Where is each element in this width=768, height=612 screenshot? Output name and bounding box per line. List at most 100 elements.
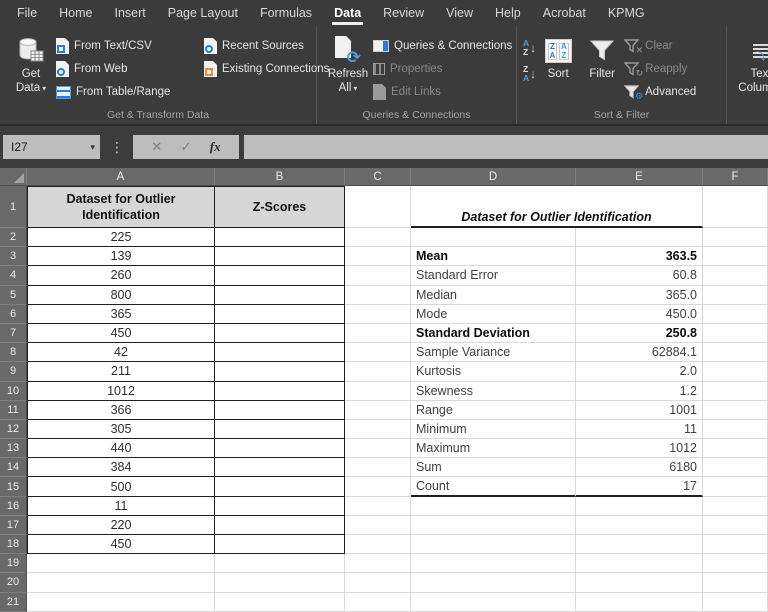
tab-file[interactable]: File bbox=[6, 0, 48, 26]
enter-check-icon[interactable]: ✓ bbox=[181, 139, 192, 155]
row-header-11[interactable]: 11 bbox=[0, 401, 27, 420]
cell-D9[interactable]: Kurtosis bbox=[411, 362, 576, 381]
row-header-5[interactable]: 5 bbox=[0, 286, 27, 305]
row-header-2[interactable]: 2 bbox=[0, 228, 27, 247]
sort-descending-icon[interactable]: ZA↓ bbox=[523, 65, 536, 83]
cell-C18[interactable] bbox=[345, 535, 411, 554]
row-header-3[interactable]: 3 bbox=[0, 247, 27, 266]
cell-F1[interactable] bbox=[703, 186, 768, 228]
row-header-14[interactable]: 14 bbox=[0, 458, 27, 477]
tab-review[interactable]: Review bbox=[372, 0, 435, 26]
recent-sources-button[interactable]: Recent Sources bbox=[204, 36, 329, 56]
cell-D14[interactable]: Sum bbox=[411, 458, 576, 477]
cell-C3[interactable] bbox=[345, 247, 411, 266]
cell-D6[interactable]: Mode bbox=[411, 305, 576, 324]
cell-E11[interactable]: 1001 bbox=[576, 401, 703, 420]
cell-B14[interactable] bbox=[215, 458, 345, 477]
tab-acrobat[interactable]: Acrobat bbox=[532, 0, 597, 26]
cell-B16[interactable] bbox=[215, 497, 345, 516]
cell-F8[interactable] bbox=[703, 343, 768, 362]
column-header-C[interactable]: C bbox=[345, 168, 411, 185]
column-header-E[interactable]: E bbox=[576, 168, 703, 185]
cell-A20[interactable] bbox=[27, 573, 215, 592]
cell-F6[interactable] bbox=[703, 305, 768, 324]
row-header-6[interactable]: 6 bbox=[0, 305, 27, 324]
cell-D15[interactable]: Count bbox=[411, 477, 576, 496]
from-text-csv-button[interactable]: From Text/CSV bbox=[56, 36, 204, 56]
cell-E20[interactable] bbox=[576, 573, 703, 592]
cell-F13[interactable] bbox=[703, 439, 768, 458]
row-header-12[interactable]: 12 bbox=[0, 420, 27, 439]
cell-B7[interactable] bbox=[215, 324, 345, 343]
cell-C16[interactable] bbox=[345, 497, 411, 516]
cell-A7[interactable]: 450 bbox=[27, 324, 215, 343]
cell-F3[interactable] bbox=[703, 247, 768, 266]
cell-B19[interactable] bbox=[215, 554, 345, 573]
cell-A11[interactable]: 366 bbox=[27, 401, 215, 420]
row-header-13[interactable]: 13 bbox=[0, 439, 27, 458]
row-header-21[interactable]: 21 bbox=[0, 593, 27, 612]
from-web-button[interactable]: From Web bbox=[56, 59, 204, 79]
cell-C12[interactable] bbox=[345, 420, 411, 439]
cell-A15[interactable]: 500 bbox=[27, 477, 215, 496]
tab-data[interactable]: Data bbox=[323, 0, 372, 26]
cell-D13[interactable]: Maximum bbox=[411, 439, 576, 458]
cell-E7[interactable]: 250.8 bbox=[576, 324, 703, 343]
cell-F11[interactable] bbox=[703, 401, 768, 420]
row-header-10[interactable]: 10 bbox=[0, 382, 27, 401]
get-data-button[interactable]: Get Data▾ bbox=[6, 31, 56, 96]
cell-C9[interactable] bbox=[345, 362, 411, 381]
cell-F2[interactable] bbox=[703, 228, 768, 247]
cell-C20[interactable] bbox=[345, 573, 411, 592]
cell-C13[interactable] bbox=[345, 439, 411, 458]
cell-A18[interactable]: 450 bbox=[27, 535, 215, 554]
cell-B21[interactable] bbox=[215, 593, 345, 612]
cell-C6[interactable] bbox=[345, 305, 411, 324]
cell-F9[interactable] bbox=[703, 362, 768, 381]
cell-B10[interactable] bbox=[215, 382, 345, 401]
cell-D21[interactable] bbox=[411, 593, 576, 612]
cell-B5[interactable] bbox=[215, 286, 345, 305]
name-box[interactable]: I27 ▾ bbox=[3, 135, 100, 159]
cell-E6[interactable]: 450.0 bbox=[576, 305, 703, 324]
cell-D19[interactable] bbox=[411, 554, 576, 573]
cell-D2[interactable] bbox=[411, 228, 576, 247]
cell-D16[interactable] bbox=[411, 497, 576, 516]
cell-C8[interactable] bbox=[345, 343, 411, 362]
cell-B15[interactable] bbox=[215, 477, 345, 496]
advanced-filter-button[interactable]: ⚙ Advanced bbox=[624, 82, 696, 102]
cell-E16[interactable] bbox=[576, 497, 703, 516]
cell-D5[interactable]: Median bbox=[411, 286, 576, 305]
column-header-F[interactable]: F bbox=[703, 168, 768, 185]
stats-title-cell[interactable]: Dataset for Outlier Identification bbox=[411, 186, 703, 228]
cell-B20[interactable] bbox=[215, 573, 345, 592]
cell-B12[interactable] bbox=[215, 420, 345, 439]
cell-A3[interactable]: 139 bbox=[27, 247, 215, 266]
cell-B3[interactable] bbox=[215, 247, 345, 266]
row-header-17[interactable]: 17 bbox=[0, 516, 27, 535]
cell-F18[interactable] bbox=[703, 535, 768, 554]
cell-E15[interactable]: 17 bbox=[576, 477, 703, 496]
cell-D12[interactable]: Minimum bbox=[411, 420, 576, 439]
cell-F16[interactable] bbox=[703, 497, 768, 516]
cell-E19[interactable] bbox=[576, 554, 703, 573]
cell-B9[interactable] bbox=[215, 362, 345, 381]
cell-E14[interactable]: 6180 bbox=[576, 458, 703, 477]
cell-A1[interactable]: Dataset for Outlier Identification bbox=[27, 186, 215, 228]
cell-D10[interactable]: Skewness bbox=[411, 382, 576, 401]
row-header-15[interactable]: 15 bbox=[0, 477, 27, 496]
row-header-8[interactable]: 8 bbox=[0, 343, 27, 362]
cell-B4[interactable] bbox=[215, 266, 345, 285]
sort-ascending-icon[interactable]: AZ↓ bbox=[523, 39, 536, 57]
tab-home[interactable]: Home bbox=[48, 0, 103, 26]
existing-connections-button[interactable]: Existing Connections bbox=[204, 59, 329, 79]
cell-B2[interactable] bbox=[215, 228, 345, 247]
cell-B13[interactable] bbox=[215, 439, 345, 458]
tab-kpmg[interactable]: KPMG bbox=[597, 0, 656, 26]
cell-F10[interactable] bbox=[703, 382, 768, 401]
cell-F20[interactable] bbox=[703, 573, 768, 592]
row-header-18[interactable]: 18 bbox=[0, 535, 27, 554]
cell-A12[interactable]: 305 bbox=[27, 420, 215, 439]
row-header-19[interactable]: 19 bbox=[0, 554, 27, 573]
cell-A2[interactable]: 225 bbox=[27, 228, 215, 247]
